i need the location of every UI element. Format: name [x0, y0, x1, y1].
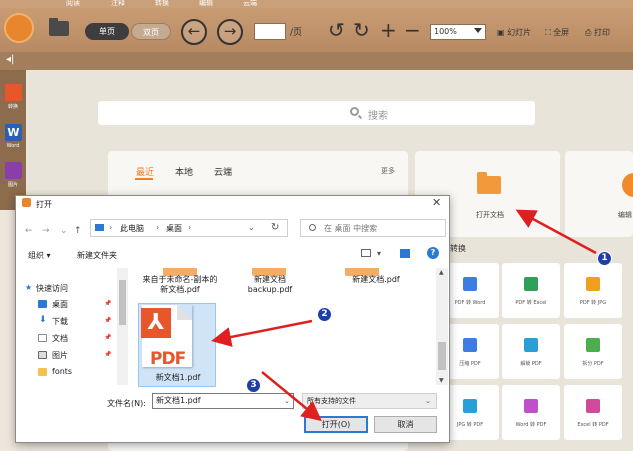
- annotation-arrows: [211, 209, 597, 422]
- arrow-3: [261, 371, 322, 422]
- arrow-2: [211, 319, 313, 347]
- arrow-1: [515, 209, 597, 255]
- step-badge-3: 3: [246, 378, 261, 393]
- step-badge-1: 1: [597, 251, 612, 266]
- step-badge-2: 2: [317, 307, 332, 322]
